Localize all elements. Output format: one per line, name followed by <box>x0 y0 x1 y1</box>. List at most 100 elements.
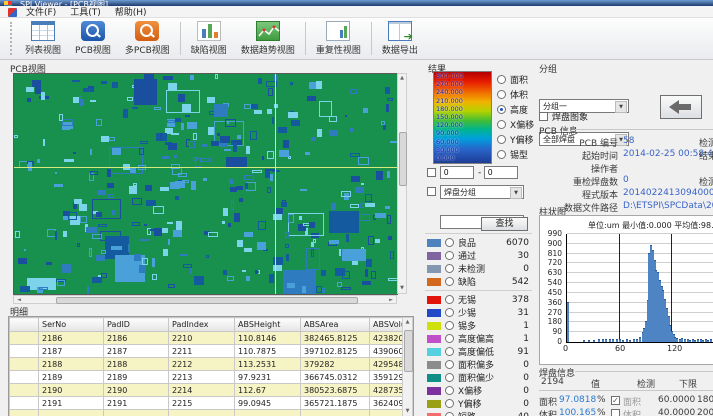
pad-info-row-volume: 体积 100.165 % 体积 40.0000 200. <box>539 408 713 416</box>
detail-table-scrollbar[interactable]: ▲ ▼ <box>402 317 413 416</box>
toolbar-button-label: 缺陷视图 <box>191 43 227 56</box>
result-item-height-high[interactable]: 高度偏高1 <box>425 332 532 345</box>
result-item-good[interactable]: 良品6070 <box>425 236 532 249</box>
result-item-short[interactable]: 短路40 <box>425 410 532 416</box>
scale-label: 60.000 <box>436 138 493 146</box>
scale-label: 300.000 <box>436 72 493 80</box>
color-swatch <box>427 296 441 304</box>
range-to-input[interactable] <box>484 166 518 179</box>
toolbar-button-label: 列表视图 <box>25 43 61 56</box>
scrollbar-thumb[interactable] <box>404 330 413 372</box>
metric-height-radio[interactable]: 高度 <box>497 103 528 116</box>
plot-area <box>566 234 713 343</box>
menu-tools[interactable]: 工具(T) <box>70 5 101 18</box>
info-row-recheck-pads: 重检焊盘数 0 检测 <box>539 175 713 188</box>
table-header-row: SerNo PadID PadIndex ABSHeight ABSArea A… <box>10 318 415 332</box>
divider <box>575 129 713 130</box>
toolbar: 列表视图 PCB视图 多PCB视图 缺陷视图 数据趋势视图 <box>0 18 713 60</box>
toolbar-export-button[interactable]: ➔ 数据导出 <box>375 18 425 59</box>
result-item-area-less[interactable]: 面积偏少0 <box>425 371 532 384</box>
separator <box>425 290 532 291</box>
result-item-defect[interactable]: 缺陷542 <box>425 275 532 288</box>
result-item-area-more[interactable]: 面积偏多0 <box>425 358 532 371</box>
export-icon: ➔ <box>388 21 412 41</box>
scale-label: 210.000 <box>436 97 493 105</box>
range-separator: - <box>478 168 481 178</box>
table-row[interactable]: 218721872211 110.7875397102.812543906092 <box>10 345 415 358</box>
col-absheight[interactable]: ABSHeight <box>235 318 301 332</box>
result-item-untested[interactable]: 未检测0 <box>425 262 532 275</box>
result-item-y-offset[interactable]: Y偏移0 <box>425 397 532 410</box>
scroll-up-icon[interactable]: ▲ <box>403 319 412 326</box>
area-check-checkbox[interactable]: ✓ <box>611 396 620 405</box>
metric-xoffset-radio[interactable]: X偏移 <box>497 118 534 131</box>
table-row[interactable]: 218621862210 110.8146382465.812542382000 <box>10 332 415 345</box>
metric-shape-radio[interactable]: 锡型 <box>497 148 528 161</box>
table-row[interactable]: 218821882212 113.253137928242954880 <box>10 358 415 371</box>
table-row[interactable]: 219121912215 99.0945365721.187536240948 <box>10 397 415 410</box>
x-axis-labels: 060120 <box>566 344 712 356</box>
search-button[interactable]: 查找 <box>481 217 528 231</box>
toolbar-gripper <box>10 22 16 55</box>
col-absarea[interactable]: ABSArea <box>301 318 370 332</box>
result-item-height-low[interactable]: 高度偏低91 <box>425 345 532 358</box>
crosshair-vertical <box>275 74 276 294</box>
range-from-input[interactable] <box>440 166 474 179</box>
scale-label: 30.000 <box>436 146 493 154</box>
color-swatch <box>427 309 441 317</box>
color-scale: 300.000 270.000 240.000 210.000 180.000 … <box>433 71 492 164</box>
result-item-pass[interactable]: 通过30 <box>425 249 532 262</box>
result-item-no-solder[interactable]: 无锡378 <box>425 293 532 306</box>
toolbar-multi-pcb-view-button[interactable]: 多PCB视图 <box>118 18 177 59</box>
scrollbar-thumb[interactable] <box>399 132 407 186</box>
grouping-title: 分组 <box>539 62 557 75</box>
color-swatch <box>427 413 441 416</box>
table-row[interactable] <box>10 410 415 416</box>
toolbar-separator <box>371 22 372 55</box>
result-item-x-offset[interactable]: X偏移0 <box>425 384 532 397</box>
pad-info-row-area: 面积 97.0818 % ✓ 面积 60.0000 180. <box>539 395 713 407</box>
pcb-vertical-scrollbar[interactable]: ▲ ▼ <box>397 73 407 294</box>
color-swatch <box>427 239 441 247</box>
range-checkbox[interactable] <box>427 168 436 177</box>
color-swatch <box>427 348 441 356</box>
y-axis-labels: 090180270360450540630720810900990 <box>540 234 564 342</box>
count: 91 <box>518 347 532 357</box>
pcb-components <box>14 74 397 294</box>
scroll-down-icon[interactable]: ▼ <box>403 408 412 415</box>
col-value: 值 <box>591 377 600 390</box>
scroll-left-icon[interactable]: ◄ <box>15 296 23 303</box>
metric-yoffset-radio[interactable]: Y偏移 <box>497 133 534 146</box>
pad-image-checkbox[interactable]: 焊盘图象 <box>539 110 588 123</box>
scrollbar-thumb[interactable] <box>56 297 358 304</box>
menu-file[interactable]: 文件(F) <box>26 5 56 18</box>
metric-volume-radio[interactable]: 体积 <box>497 88 528 101</box>
scroll-right-icon[interactable]: ► <box>387 296 395 303</box>
toolbar-list-view-button[interactable]: 列表视图 <box>18 18 68 59</box>
toolbar-separator <box>180 22 181 55</box>
pad-group-checkbox[interactable] <box>427 187 436 196</box>
toolbar-pcb-view-button[interactable]: PCB视图 <box>68 18 118 59</box>
col-padindex[interactable]: PadIndex <box>169 318 235 332</box>
toolbar-trend-view-button[interactable]: 数据趋势视图 <box>234 18 302 59</box>
crosshair-horizontal <box>14 167 397 168</box>
scroll-down-icon[interactable]: ▼ <box>398 285 406 292</box>
back-arrow-button[interactable] <box>660 95 702 119</box>
result-item-excess-solder[interactable]: 锡多1 <box>425 319 532 332</box>
table-row[interactable]: 219021902214 112.67380523.687542873592 <box>10 384 415 397</box>
toolbar-repeat-view-button[interactable]: 重复性视图 <box>309 18 368 59</box>
pcb-horizontal-scrollbar[interactable]: ◄ ► <box>13 295 397 304</box>
metric-area-radio[interactable]: 面积 <box>497 73 528 86</box>
col-serno[interactable]: SerNo <box>39 318 104 332</box>
menu-help[interactable]: 帮助(H) <box>115 5 147 18</box>
count: 1 <box>523 334 532 344</box>
result-item-less-solder[interactable]: 少锡31 <box>425 306 532 319</box>
volume-check-checkbox[interactable] <box>611 409 620 416</box>
toolbar-defect-view-button[interactable]: 缺陷视图 <box>184 18 234 59</box>
scroll-up-icon[interactable]: ▲ <box>398 75 406 82</box>
pcb-canvas[interactable] <box>13 73 398 295</box>
table-row[interactable]: 218921892213 97.9231366745.031235912916 <box>10 371 415 384</box>
pad-group-dropdown[interactable]: 焊盘分组 <box>440 185 524 199</box>
left-arrow-icon <box>661 96 701 118</box>
col-padid[interactable]: PadID <box>104 318 169 332</box>
